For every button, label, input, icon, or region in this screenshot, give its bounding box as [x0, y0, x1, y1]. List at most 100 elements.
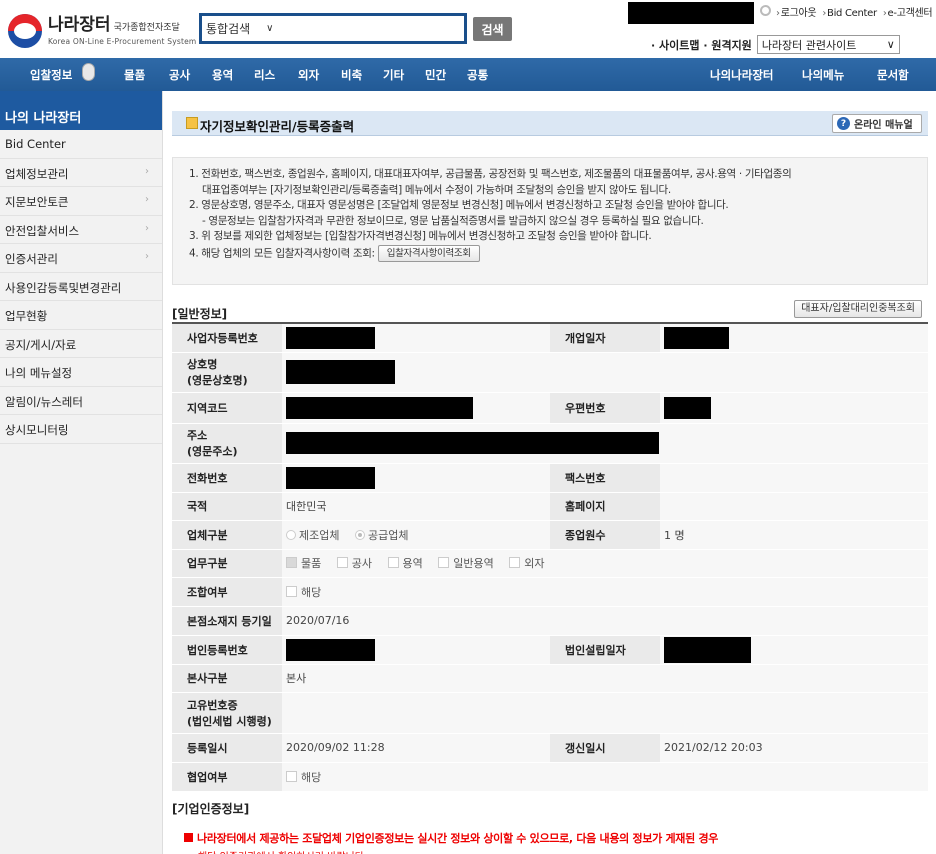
- address-label: 주소: [187, 429, 208, 442]
- checkbox-construction[interactable]: [336, 557, 348, 568]
- sitemap-remote-links[interactable]: · 사이트맵 · 원격지원: [651, 37, 752, 53]
- nav-etc[interactable]: 기타: [383, 67, 404, 83]
- red-square-icon: [184, 833, 193, 842]
- gear-icon[interactable]: [760, 5, 771, 16]
- search-box[interactable]: 통합검색 ∨: [199, 13, 467, 44]
- notice-line: 3. 위 정보를 제외한 업체정보는 [입찰참가자격변경신청] 메뉴에서 변경신…: [189, 230, 652, 242]
- redacted-value: [664, 326, 729, 349]
- redacted-value: [286, 360, 395, 384]
- sidebar-item[interactable]: 공지/게시/자료: [0, 330, 162, 358]
- nav-foreign[interactable]: 외자: [298, 67, 319, 83]
- nav-common[interactable]: 공통: [467, 67, 488, 83]
- hq-type-value: 본사: [282, 664, 928, 693]
- table-row: 주소 (영문주소): [172, 423, 928, 464]
- table-row: 법인등록번호 법인설립일자: [172, 635, 928, 665]
- nav-goods[interactable]: 물품: [124, 67, 145, 83]
- redacted-value: [286, 396, 473, 419]
- table-row: 상호명 (영문상호명): [172, 352, 928, 393]
- sidebar-item-label: 업체정보관리: [5, 166, 69, 181]
- checkbox-general-service[interactable]: [438, 557, 450, 568]
- nav-document-box[interactable]: 문서함: [877, 67, 909, 83]
- table-row: 국적 대한민국 홈페이지: [172, 492, 928, 521]
- table-row: 업체구분 제조업체 공급업체 종업원수 1 명: [172, 520, 928, 550]
- bid-center-link[interactable]: Bid Center: [822, 8, 877, 19]
- chevron-right-icon: ›: [145, 251, 149, 262]
- sidebar-item[interactable]: 업체정보관리 ›: [0, 159, 162, 187]
- unique-no-label: 고유번호증: [187, 698, 238, 712]
- nav-private[interactable]: 민간: [425, 67, 446, 83]
- nav-stockpile[interactable]: 비축: [341, 67, 362, 83]
- redacted-value: [664, 636, 751, 663]
- work-opt: 공사: [351, 557, 372, 570]
- customer-center-link[interactable]: e-고객센터: [883, 8, 933, 19]
- work-opt: 용역: [402, 557, 423, 570]
- country-label: 국적: [172, 492, 282, 521]
- coop-value: 해당: [301, 770, 322, 784]
- sidebar-item[interactable]: 안전입찰서비스 ›: [0, 216, 162, 244]
- table-row: 협업여부 해당: [172, 762, 928, 792]
- top-links: 로그아웃 Bid Center e-고객센터: [776, 4, 936, 19]
- nav-service[interactable]: 용역: [212, 67, 233, 83]
- table-row: 전화번호 팩스번호: [172, 463, 928, 493]
- checkbox-coop[interactable]: [286, 770, 297, 782]
- checkbox-foreign[interactable]: [509, 557, 521, 568]
- redacted-user-info: [628, 2, 754, 24]
- redacted-value: [664, 396, 711, 419]
- logo[interactable]: 나라장터 국가종합전자조달 Korea ON-Line E-Procurement…: [8, 14, 196, 48]
- postal-code-label: 우편번호: [550, 392, 660, 424]
- company-name-label: 상호명: [187, 358, 218, 371]
- work-opt: 물품: [301, 557, 322, 570]
- sidebar-item-label: 업무현황: [5, 309, 48, 323]
- main-nav: 입찰정보 물품 공사 용역 리스 외자 비축 기타 민간 공통 나의나라장터 나…: [0, 58, 936, 91]
- table-row: 본사구분 본사: [172, 664, 928, 693]
- table-row: 본점소재지 등기일 2020/07/16: [172, 606, 928, 636]
- logout-link[interactable]: 로그아웃: [776, 8, 817, 19]
- sidebar-item[interactable]: 사용인감등록및변경관리: [0, 273, 162, 301]
- checkbox-service[interactable]: [387, 557, 399, 568]
- nav-my-narajangteo[interactable]: 나의나라장터: [710, 67, 773, 83]
- cert-info-title: [기업인증정보]: [172, 802, 250, 816]
- biz-type-opt: 공급업체: [367, 528, 409, 542]
- cert-notice: 나라장터에서 제공하는 조달업체 기업인증정보는 실시간 정보와 상이할 수 있…: [184, 830, 718, 846]
- table-row: 고유번호증 (법인세법 시행령): [172, 692, 928, 734]
- radio-manufacturer[interactable]: [286, 529, 296, 540]
- taegeuk-logo-icon: [8, 14, 42, 48]
- sidebar-item-label: 공지/게시/자료: [5, 337, 77, 352]
- sidebar-item[interactable]: 인증서관리 ›: [0, 244, 162, 273]
- table-row: 등록일시 2020/09/02 11:28 갱신일시 2021/02/12 20…: [172, 733, 928, 763]
- nav-my-menu[interactable]: 나의메뉴: [802, 67, 844, 83]
- related-sites-select[interactable]: 나라장터 관련사이트 ∨: [756, 35, 900, 54]
- cert-notice-text: 나라장터에서 제공하는 조달업체 기업인증정보는 실시간 정보와 상이할 수 있…: [197, 832, 719, 845]
- corp-date-label: 법인설립일자: [550, 635, 660, 665]
- nav-construction[interactable]: 공사: [169, 67, 190, 83]
- bid-qualification-history-button[interactable]: 입찰자격사항이력조회: [377, 244, 480, 262]
- table-row: 사업자등록번호 개업일자: [172, 323, 928, 353]
- sidebar-item[interactable]: 나의 메뉴설정: [0, 358, 162, 387]
- general-info-title: [일반정보]: [172, 307, 228, 321]
- radio-supplier[interactable]: [354, 529, 365, 540]
- sidebar-item[interactable]: Bid Center: [0, 130, 162, 159]
- checkbox-goods[interactable]: [286, 557, 297, 568]
- general-info-table: 사업자등록번호 개업일자 상호명 (영문상호명) 지역코드 우편번호 주소 (영문주…: [172, 322, 928, 792]
- sidebar-item[interactable]: 지문보안토큰 ›: [0, 187, 162, 216]
- sidebar-item-label: 안전입찰서비스: [5, 223, 80, 238]
- search-type-select[interactable]: 통합검색 ∨: [206, 20, 274, 37]
- work-type-label: 업무구분: [172, 549, 282, 578]
- chevron-right-icon: ›: [145, 222, 149, 234]
- sidebar-title: 나의 나라장터: [0, 91, 162, 130]
- checkbox-union[interactable]: [286, 585, 297, 597]
- update-datetime-value: 2021/02/12 20:03: [660, 733, 928, 763]
- redacted-value: [286, 432, 659, 454]
- duplicate-check-button[interactable]: 대표자/입찰대리인중복조회: [794, 300, 922, 318]
- search-button[interactable]: 검색: [473, 17, 512, 41]
- nav-bid-info[interactable]: 입찰정보: [30, 67, 72, 83]
- cert-notice-cut: 해당 인증기관에서 확인하시기 바랍니다.: [198, 848, 367, 854]
- table-row: 지역코드 우편번호: [172, 392, 928, 424]
- employees-label: 종업원수: [550, 520, 660, 550]
- logo-title: 나라장터: [48, 15, 111, 35]
- sidebar-item[interactable]: 업무현황: [0, 301, 162, 330]
- sidebar-item[interactable]: 알림이/뉴스레터: [0, 387, 162, 415]
- sidebar-item[interactable]: 상시모니터링: [0, 415, 162, 444]
- nav-lease[interactable]: 리스: [254, 67, 275, 83]
- online-manual-button[interactable]: ? 온라인 매뉴얼: [832, 114, 922, 133]
